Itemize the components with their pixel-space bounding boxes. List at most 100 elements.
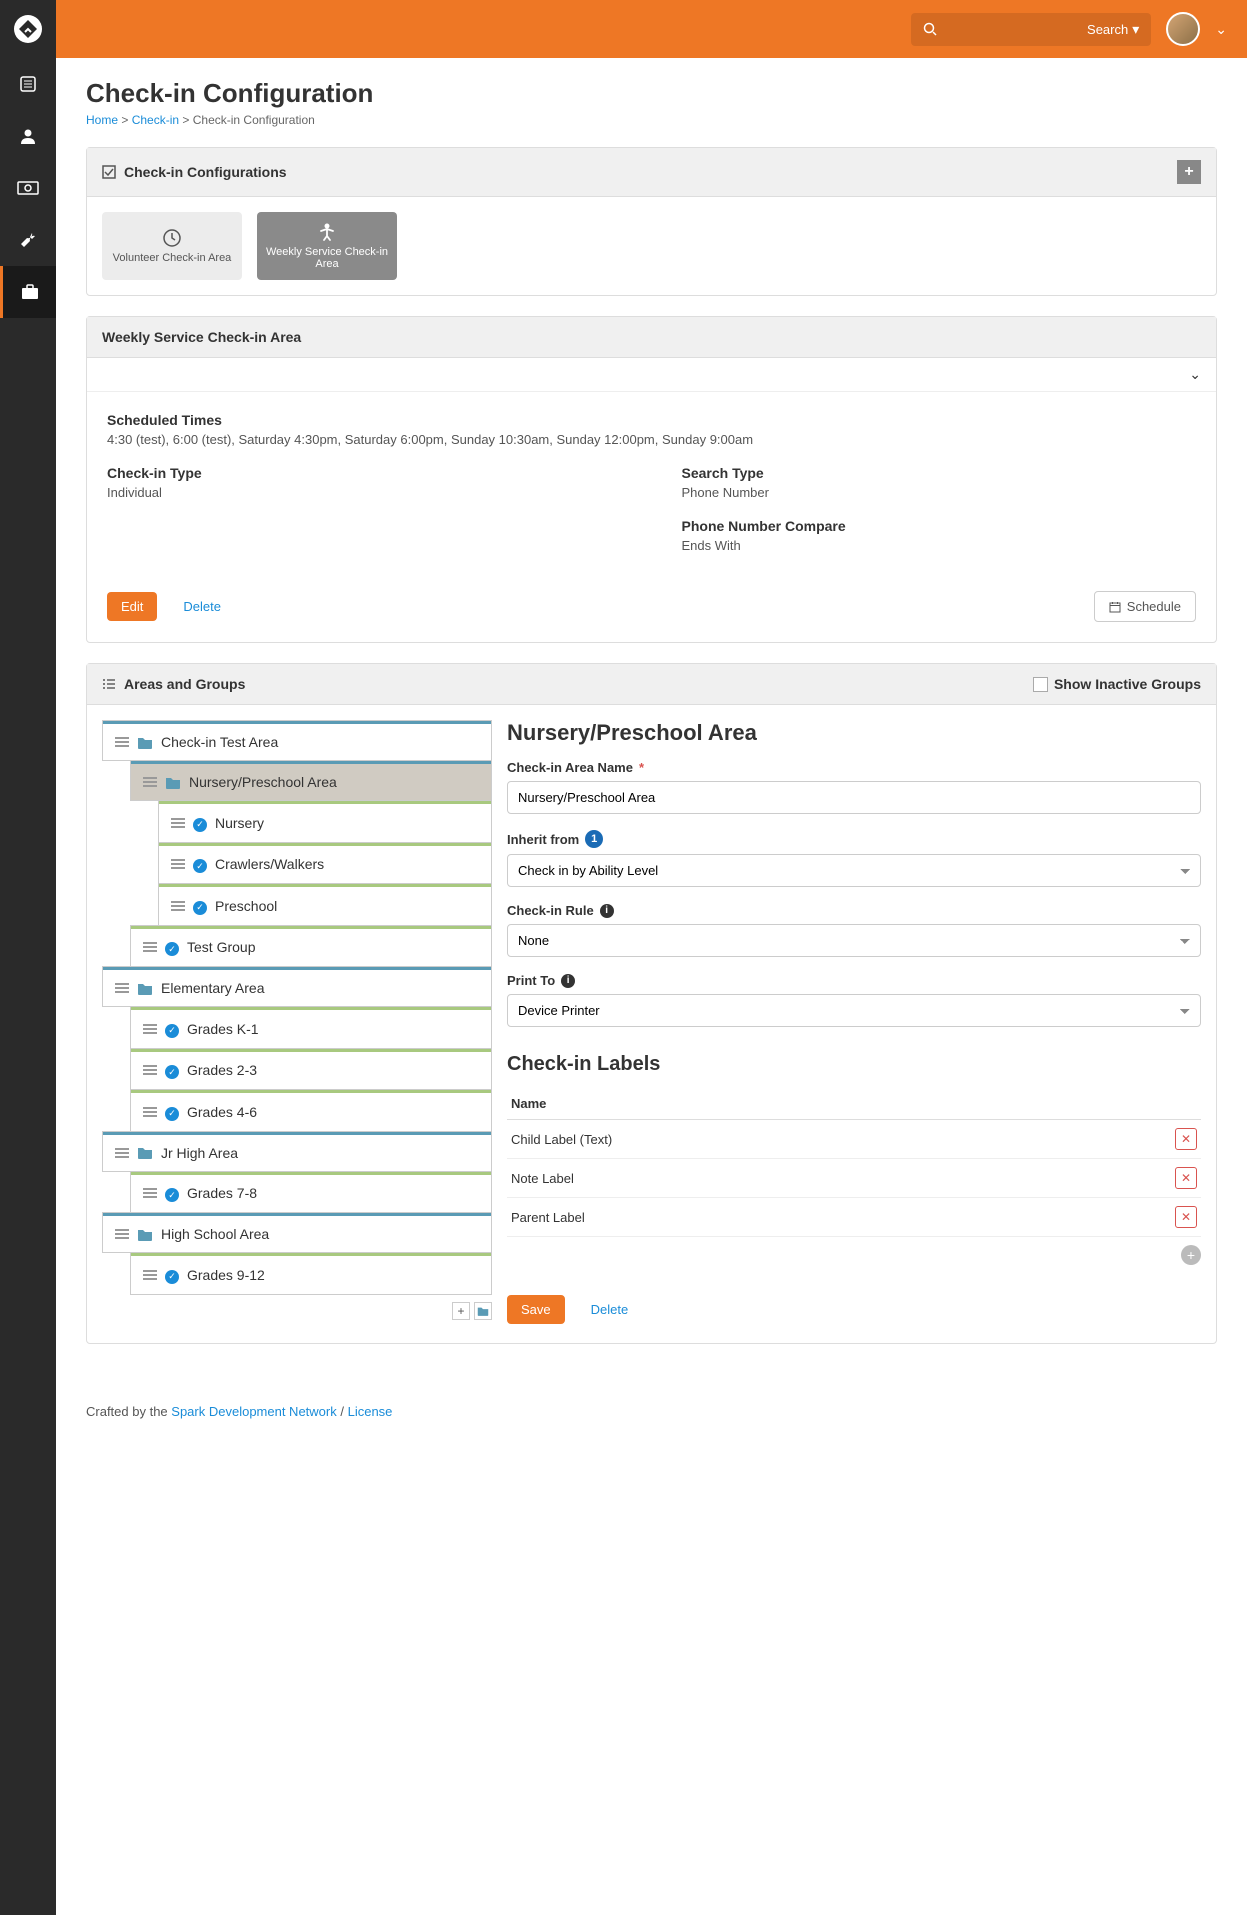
label-row: Parent Label✕ xyxy=(507,1198,1201,1237)
drag-handle-icon[interactable] xyxy=(171,900,185,912)
tree-label: Grades 4-6 xyxy=(187,1104,257,1120)
config-tile-volunteer[interactable]: Volunteer Check-in Area xyxy=(102,212,242,280)
tree-row[interactable]: ✓Test Group xyxy=(131,926,491,967)
collapse-toggle[interactable]: ⌄ xyxy=(87,358,1216,392)
rule-select[interactable]: None xyxy=(507,924,1201,957)
tree-label: Preschool xyxy=(215,898,277,914)
delete-button[interactable]: Delete xyxy=(577,1295,643,1324)
nav-briefcase-icon[interactable] xyxy=(0,266,56,318)
search-type-value: Phone Number xyxy=(682,485,1197,500)
tree-row[interactable]: High School Area xyxy=(103,1213,491,1252)
topbar: Search ▾ ⌄ xyxy=(56,0,1247,58)
check-icon: ✓ xyxy=(193,856,207,874)
drag-handle-icon[interactable] xyxy=(115,1147,129,1159)
folder-icon xyxy=(165,776,181,789)
info-icon[interactable]: i xyxy=(600,904,614,918)
nav-item-1[interactable] xyxy=(0,58,56,110)
check-icon: ✓ xyxy=(193,897,207,915)
nav-wrench-icon[interactable] xyxy=(0,214,56,266)
info-icon[interactable]: i xyxy=(561,974,575,988)
tree-row[interactable]: Jr High Area xyxy=(103,1132,491,1171)
label-row: Note Label✕ xyxy=(507,1159,1201,1198)
breadcrumb-home[interactable]: Home xyxy=(86,113,118,127)
checkbox[interactable] xyxy=(1033,677,1048,692)
phone-compare-value: Ends With xyxy=(682,538,1197,553)
inherit-select[interactable]: Check in by Ability Level xyxy=(507,854,1201,887)
drag-handle-icon[interactable] xyxy=(143,776,157,788)
name-label: Check-in Area Name * xyxy=(507,760,1201,775)
footer-network-link[interactable]: Spark Development Network xyxy=(171,1404,336,1419)
checkin-type-label: Check-in Type xyxy=(107,465,622,481)
badge-1: 1 xyxy=(585,830,603,848)
tile-label: Volunteer Check-in Area xyxy=(113,252,232,264)
tree-row[interactable]: ✓ Grades 4-6 xyxy=(131,1090,491,1131)
configs-header: Check-in Configurations xyxy=(124,164,287,180)
tree-row[interactable]: ✓Grades 7-8 xyxy=(131,1172,491,1213)
tree-row[interactable]: ✓Grades K-1 xyxy=(131,1007,491,1048)
search-label: Search xyxy=(1087,22,1128,37)
tree: Check-in Test AreaNursery/Preschool Area… xyxy=(102,720,492,1328)
tree-label: Crawlers/Walkers xyxy=(215,856,324,872)
print-select[interactable]: Device Printer xyxy=(507,994,1201,1027)
show-inactive-toggle[interactable]: Show Inactive Groups xyxy=(1033,676,1201,692)
drag-handle-icon[interactable] xyxy=(171,858,185,870)
drag-handle-icon[interactable] xyxy=(143,941,157,953)
label-name: Note Label xyxy=(507,1159,1171,1198)
save-button[interactable]: Save xyxy=(507,1295,565,1324)
drag-handle-icon[interactable] xyxy=(115,736,129,748)
add-config-button[interactable]: + xyxy=(1177,160,1201,184)
tree-row[interactable]: ✓ Crawlers/Walkers xyxy=(159,843,491,884)
panel-header: Check-in Configurations + xyxy=(87,148,1216,197)
area-header: Weekly Service Check-in Area xyxy=(87,317,1216,358)
check-icon: ✓ xyxy=(165,1103,179,1121)
footer-license-link[interactable]: License xyxy=(348,1404,393,1419)
check-icon: ✓ xyxy=(193,814,207,832)
tree-row[interactable]: Check-in Test Area xyxy=(103,721,491,760)
edit-button[interactable]: Edit xyxy=(107,592,157,621)
tree-row[interactable]: Elementary Area xyxy=(103,967,491,1006)
drag-handle-icon[interactable] xyxy=(115,982,129,994)
groups-panel: Areas and Groups Show Inactive Groups Ch… xyxy=(86,663,1217,1344)
avatar[interactable] xyxy=(1166,12,1200,46)
nav-money-icon[interactable] xyxy=(0,162,56,214)
print-label: Print To i xyxy=(507,973,1201,988)
scheduled-label: Scheduled Times xyxy=(107,412,1196,428)
groups-header: Areas and Groups xyxy=(124,676,245,692)
drag-handle-icon[interactable] xyxy=(171,817,185,829)
drag-handle-icon[interactable] xyxy=(143,1064,157,1076)
check-icon: ✓ xyxy=(165,1185,179,1203)
tree-row[interactable]: Nursery/Preschool Area xyxy=(131,761,491,800)
tree-row[interactable]: ✓Grades 2-3 xyxy=(131,1049,491,1090)
breadcrumb: Home > Check-in > Check-in Configuration xyxy=(86,113,1217,127)
drag-handle-icon[interactable] xyxy=(143,1187,157,1199)
delete-label-button[interactable]: ✕ xyxy=(1175,1167,1197,1189)
drag-handle-icon[interactable] xyxy=(115,1228,129,1240)
search-box[interactable]: Search ▾ xyxy=(911,13,1151,46)
search-type-label: Search Type xyxy=(682,465,1197,481)
delete-button[interactable]: Delete xyxy=(169,592,235,621)
config-tile-weekly[interactable]: Weekly Service Check-in Area xyxy=(257,212,397,280)
add-folder-button[interactable] xyxy=(474,1302,492,1320)
add-area-button[interactable]: + xyxy=(452,1302,470,1320)
logo[interactable] xyxy=(0,0,56,58)
tree-label: Nursery xyxy=(215,815,264,831)
add-label-button[interactable]: + xyxy=(1181,1245,1201,1265)
schedule-button[interactable]: Schedule xyxy=(1094,591,1196,622)
label-name: Parent Label xyxy=(507,1198,1171,1237)
footer: Crafted by the Spark Development Network… xyxy=(56,1384,1247,1439)
drag-handle-icon[interactable] xyxy=(143,1269,157,1281)
drag-handle-icon[interactable] xyxy=(143,1106,157,1118)
inherit-label: Inherit from 1 xyxy=(507,830,1201,848)
tree-row[interactable]: ✓Grades 9-12 xyxy=(131,1253,491,1294)
chevron-down-icon[interactable]: ⌄ xyxy=(1215,21,1227,38)
tree-row[interactable]: ✓ Preschool xyxy=(159,884,491,925)
breadcrumb-checkin[interactable]: Check-in xyxy=(132,113,179,127)
form-title: Nursery/Preschool Area xyxy=(507,720,1201,746)
nav-person-icon[interactable] xyxy=(0,110,56,162)
delete-label-button[interactable]: ✕ xyxy=(1175,1128,1197,1150)
drag-handle-icon[interactable] xyxy=(143,1023,157,1035)
tree-row[interactable]: ✓ Nursery xyxy=(159,801,491,842)
name-input[interactable] xyxy=(507,781,1201,814)
delete-label-button[interactable]: ✕ xyxy=(1175,1206,1197,1228)
folder-icon xyxy=(137,982,153,995)
